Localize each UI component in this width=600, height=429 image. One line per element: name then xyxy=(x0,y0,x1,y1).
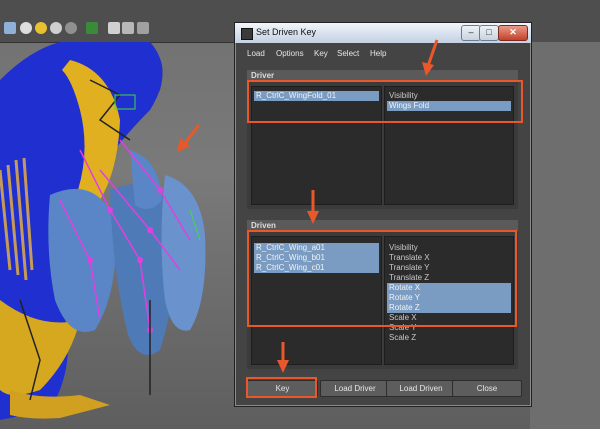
annotation-arrows xyxy=(177,39,439,373)
